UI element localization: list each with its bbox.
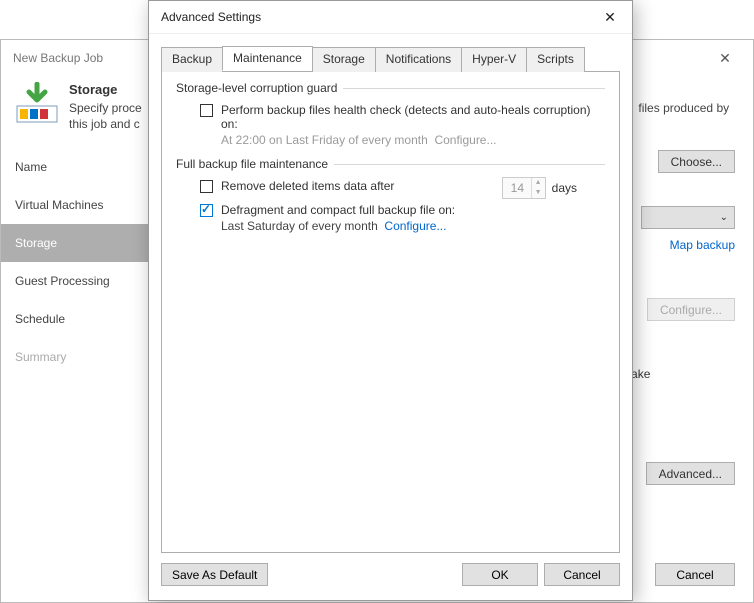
wizard-nav: Name Virtual Machines Storage Guest Proc… — [1, 148, 153, 376]
defragment-schedule: Last Saturday of every month Configure..… — [221, 219, 605, 233]
group-label: Storage-level corruption guard — [176, 81, 337, 95]
nav-item-storage[interactable]: Storage — [1, 224, 153, 262]
nav-item-name[interactable]: Name — [1, 148, 153, 186]
cancel-button[interactable]: Cancel — [655, 563, 735, 586]
cancel-button[interactable]: Cancel — [544, 563, 620, 586]
advanced-button[interactable]: Advanced... — [646, 462, 735, 485]
days-label: days — [552, 181, 577, 195]
close-icon[interactable]: ✕ — [588, 2, 632, 33]
health-check-configure-link: Configure... — [434, 133, 496, 147]
health-check-schedule: At 22:00 on Last Friday of every month C… — [221, 133, 605, 147]
storage-icon — [15, 82, 59, 126]
nav-item-virtual-machines[interactable]: Virtual Machines — [1, 186, 153, 224]
days-spinner[interactable]: 14 ▲▼ — [502, 177, 546, 199]
ok-button[interactable]: OK — [462, 563, 538, 586]
tab-strip: Backup Maintenance Storage Notifications… — [149, 34, 632, 72]
map-backup-link[interactable]: Map backup — [670, 238, 735, 252]
defragment-configure-link[interactable]: Configure... — [384, 219, 446, 233]
spinner-buttons[interactable]: ▲▼ — [531, 178, 545, 198]
nav-item-guest-processing[interactable]: Guest Processing — [1, 262, 153, 300]
dropdown[interactable]: ⌄ — [641, 206, 735, 229]
divider — [343, 88, 605, 89]
wizard-footer: Cancel — [655, 563, 735, 586]
health-check-label: Perform backup files health check (detec… — [221, 103, 605, 131]
tab-hyper-v[interactable]: Hyper-V — [461, 47, 527, 72]
remove-deleted-option: Remove deleted items data after 14 ▲▼ da… — [200, 179, 605, 193]
group-corruption-guard: Storage-level corruption guard — [176, 81, 605, 95]
tab-backup[interactable]: Backup — [161, 47, 223, 72]
divider — [334, 164, 605, 165]
chevron-up-icon[interactable]: ▲ — [531, 178, 545, 188]
tab-scripts[interactable]: Scripts — [526, 47, 585, 72]
remove-deleted-checkbox[interactable] — [200, 180, 213, 193]
defragment-option: Defragment and compact full backup file … — [200, 203, 605, 233]
remove-deleted-label: Remove deleted items data after — [221, 179, 394, 193]
defragment-checkbox[interactable] — [200, 204, 213, 217]
tab-storage[interactable]: Storage — [312, 47, 376, 72]
nav-item-schedule[interactable]: Schedule — [1, 300, 153, 338]
save-as-default-button[interactable]: Save As Default — [161, 563, 268, 586]
maintenance-panel: Storage-level corruption guard Perform b… — [161, 71, 620, 553]
health-check-option: Perform backup files health check (detec… — [200, 103, 605, 147]
configure-button: Configure... — [647, 298, 735, 321]
group-label: Full backup file maintenance — [176, 157, 328, 171]
wizard-title: New Backup Job — [13, 51, 103, 65]
tab-notifications[interactable]: Notifications — [375, 47, 462, 72]
tab-maintenance[interactable]: Maintenance — [222, 46, 313, 71]
group-full-backup-maintenance: Full backup file maintenance — [176, 157, 605, 171]
dialog-title: Advanced Settings — [161, 10, 261, 24]
defragment-label: Defragment and compact full backup file … — [221, 203, 455, 217]
advanced-settings-dialog: Advanced Settings ✕ Backup Maintenance S… — [148, 0, 633, 601]
dialog-footer: Save As Default OK Cancel — [149, 553, 632, 600]
health-check-checkbox[interactable] — [200, 104, 213, 117]
close-icon[interactable]: ✕ — [707, 44, 743, 72]
chevron-down-icon[interactable]: ▼ — [531, 188, 545, 198]
days-value: 14 — [511, 181, 524, 195]
choose-button[interactable]: Choose... — [658, 150, 735, 173]
dialog-titlebar: Advanced Settings ✕ — [149, 1, 632, 34]
nav-item-summary[interactable]: Summary — [1, 338, 153, 376]
chevron-down-icon: ⌄ — [720, 212, 728, 223]
